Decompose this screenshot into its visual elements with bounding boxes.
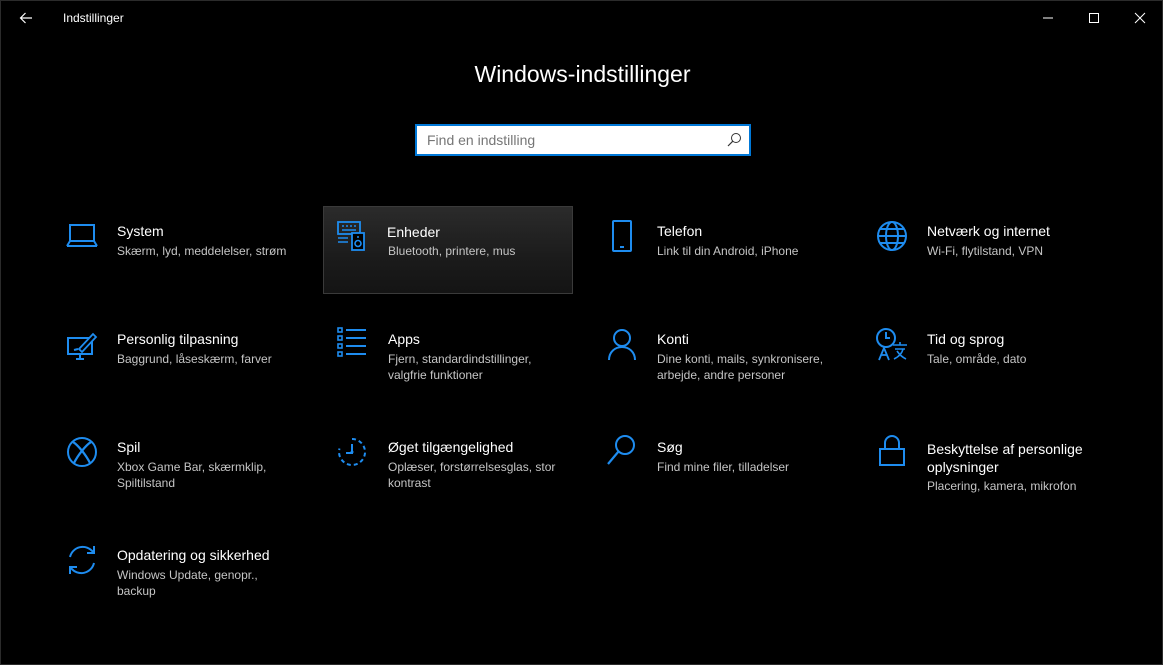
- tile-name: Personlig tilpasning: [117, 331, 239, 347]
- tile-desc: Placering, kamera, mikrofon: [927, 479, 1077, 493]
- tile-name: Enheder: [387, 224, 440, 240]
- tile-time-language[interactable]: Tid og sprog Tale, område, dato: [875, 315, 1125, 403]
- close-button[interactable]: [1117, 1, 1163, 34]
- minimize-icon: [1043, 17, 1053, 18]
- tile-desc: Oplæser, forstørrelsesglas, stor kontras…: [388, 460, 556, 490]
- tile-phone[interactable]: Telefon Link til din Android, iPhone: [605, 207, 855, 295]
- tile-desc: Windows Update, genopr., backup: [117, 568, 258, 598]
- tile-name: Konti: [657, 331, 689, 347]
- tile-devices[interactable]: Enheder Bluetooth, printere, mus: [323, 206, 573, 294]
- tile-desc: Wi-Fi, flytilstand, VPN: [927, 244, 1044, 258]
- tile-name: Telefon: [657, 223, 703, 239]
- title-bar: Indstillinger: [1, 1, 1162, 34]
- back-arrow-icon: [19, 12, 32, 24]
- xbox-icon: [65, 435, 99, 469]
- tile-privacy[interactable]: Beskyttelse af personlige oplysninger Pl…: [875, 423, 1125, 511]
- tile-name: Øget tilgængelighed: [388, 439, 514, 455]
- window-title: Indstillinger: [63, 11, 124, 25]
- tile-desc: Find mine filer, tilladelser: [657, 460, 790, 474]
- search-box[interactable]: [415, 124, 751, 156]
- update-sync-icon: [65, 543, 99, 577]
- personalization-icon: [65, 329, 99, 363]
- tile-name: Spil: [117, 439, 141, 455]
- page-title: Windows-indstillinger: [474, 61, 691, 87]
- tile-name: Apps: [388, 331, 420, 347]
- tile-system[interactable]: System Skærm, lyd, meddelelser, strøm: [65, 207, 315, 295]
- tile-search[interactable]: Søg Find mine filer, tilladelser: [605, 423, 855, 511]
- tile-name: System: [117, 223, 164, 239]
- phone-icon: [605, 219, 639, 253]
- tile-desc: Dine konti, mails, synkronisere, arbejde…: [657, 352, 824, 382]
- tile-name: Opdatering og sikkerhed: [117, 547, 270, 563]
- person-icon: [605, 327, 639, 361]
- tile-desc: Fjern, standardindstillinger, valgfrie f…: [388, 352, 532, 382]
- maximize-icon: [1089, 12, 1099, 23]
- tile-personalization[interactable]: Personlig tilpasning Baggrund, låseskærm…: [65, 315, 315, 403]
- tile-apps[interactable]: Apps Fjern, standardindstillinger, valgf…: [335, 315, 585, 403]
- tile-name: Søg: [657, 439, 683, 455]
- search-icon[interactable]: [725, 131, 743, 149]
- tile-update-security[interactable]: Opdatering og sikkerhed Windows Update, …: [65, 531, 315, 619]
- settings-window: Indstillinger Windows-indstillinger Syst…: [0, 0, 1163, 665]
- devices-icon: [335, 219, 369, 253]
- minimize-button[interactable]: [1025, 1, 1071, 34]
- close-icon: [1134, 12, 1146, 23]
- maximize-button[interactable]: [1071, 1, 1117, 34]
- globe-icon: [875, 219, 909, 253]
- laptop-icon: [65, 219, 99, 253]
- ease-of-access-icon: [335, 435, 369, 469]
- tile-desc: Bluetooth, printere, mus: [388, 244, 516, 258]
- tile-desc: Xbox Game Bar, skærmklip, Spiltilstand: [117, 460, 267, 490]
- tile-desc: Baggrund, låseskærm, farver: [117, 352, 272, 366]
- tile-name: Beskyttelse af personlige oplysninger: [927, 441, 1083, 475]
- search-icon: [605, 433, 639, 467]
- tile-desc: Link til din Android, iPhone: [657, 244, 799, 258]
- tile-desc: Skærm, lyd, meddelelser, strøm: [117, 244, 287, 258]
- time-language-icon: [875, 327, 909, 361]
- tile-network[interactable]: Netværk og internet Wi-Fi, flytilstand, …: [875, 207, 1125, 295]
- tile-ease-of-access[interactable]: Øget tilgængelighed Oplæser, forstørrels…: [335, 423, 585, 511]
- lock-icon: [875, 433, 909, 467]
- apps-list-icon: [335, 325, 369, 359]
- tile-gaming[interactable]: Spil Xbox Game Bar, skærmklip, Spiltilst…: [65, 423, 315, 511]
- tile-accounts[interactable]: Konti Dine konti, mails, synkronisere, a…: [605, 315, 855, 403]
- tile-name: Tid og sprog: [927, 331, 1005, 347]
- tile-name: Netværk og internet: [927, 223, 1050, 239]
- back-button[interactable]: [5, 2, 47, 34]
- tile-desc: Tale, område, dato: [927, 352, 1027, 366]
- search-input[interactable]: [427, 126, 717, 154]
